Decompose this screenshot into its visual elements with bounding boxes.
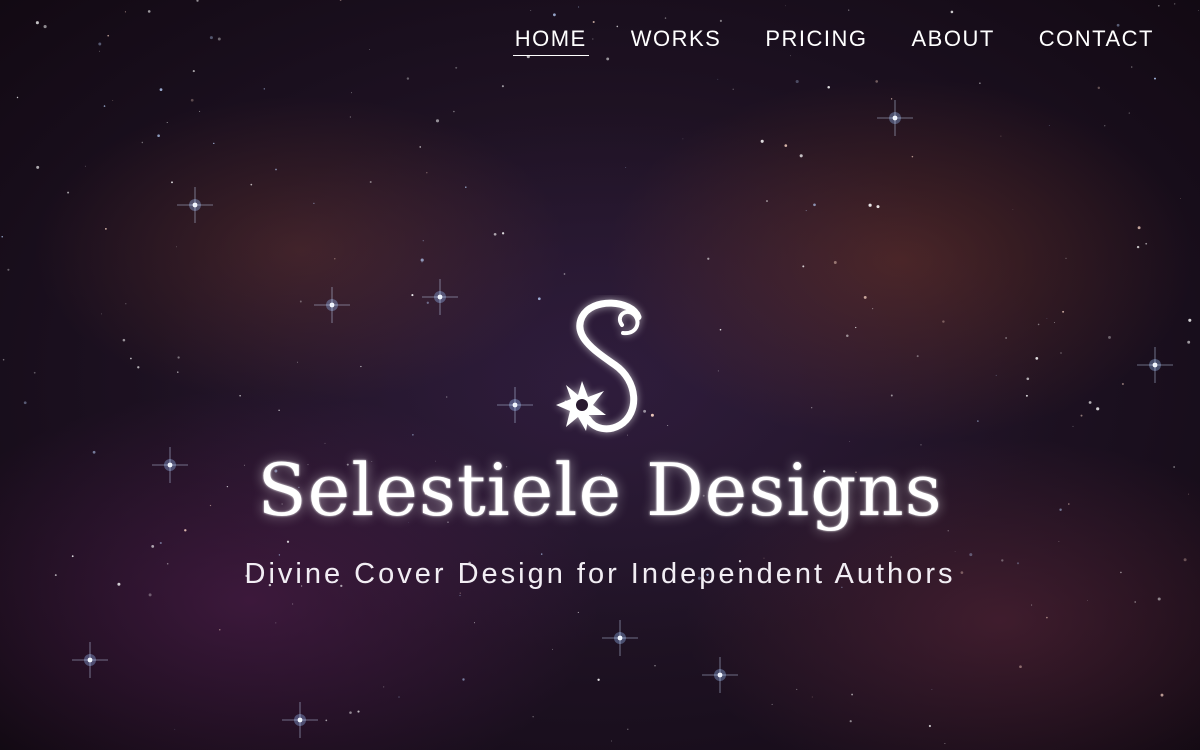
brand-tagline: Divine Cover Design for Independent Auth… <box>244 558 956 590</box>
nav-contact-link[interactable]: CONTACT <box>1037 22 1156 56</box>
main-nav: HOME WORKS PRICING ABOUT CONTACT <box>512 22 1156 56</box>
brand-title: Selestiele Designs <box>257 448 943 532</box>
nav-pricing-link[interactable]: PRICING <box>763 22 869 56</box>
s-monogram-flower-icon <box>520 295 680 445</box>
hero-section: HOME WORKS PRICING ABOUT CONTACT Selesti… <box>0 0 1200 750</box>
nav-about-link[interactable]: ABOUT <box>910 22 997 56</box>
nav-works-link[interactable]: WORKS <box>629 22 724 56</box>
nav-home-link[interactable]: HOME <box>512 22 589 56</box>
